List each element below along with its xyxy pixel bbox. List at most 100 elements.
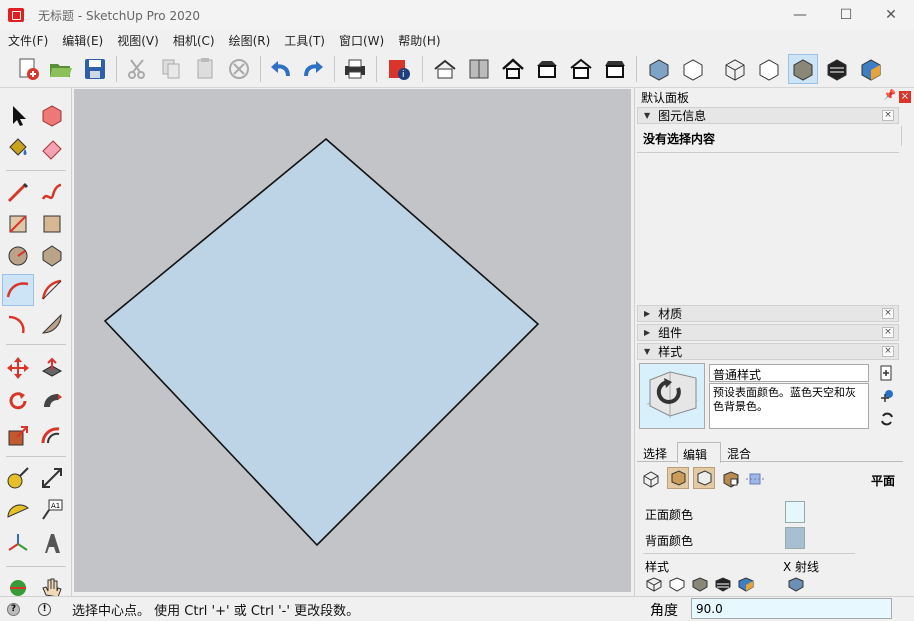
follow-me-tool-icon[interactable] [36,386,68,418]
tape-measure-icon[interactable] [2,462,34,494]
paint-bucket-icon[interactable] [2,132,34,164]
shaded-textures-style-icon[interactable] [822,54,852,84]
wireframe-face-icon[interactable] [645,576,663,592]
top-view-icon[interactable] [532,54,562,84]
tab-select[interactable]: 选择 [643,445,667,462]
menu-file[interactable]: 文件(F) [4,32,52,49]
close-window-button[interactable]: ✕ [868,0,914,30]
face-settings-icon[interactable] [667,467,689,489]
measurement-input[interactable] [691,598,892,619]
new-model-icon[interactable] [14,54,44,84]
edge-settings-icon[interactable] [641,469,661,489]
pie-tool-icon[interactable] [36,308,68,340]
model-info-icon[interactable]: i [384,54,414,84]
two-point-arc-icon[interactable] [36,274,68,306]
push-pull-tool-icon[interactable] [36,352,68,384]
geo-location-icon[interactable]: ? [7,602,20,616]
xray-face-icon[interactable] [787,576,805,592]
paste-icon[interactable] [190,54,220,84]
text-tool-icon[interactable]: A1 [36,494,68,526]
3d-warehouse-icon[interactable] [430,54,460,84]
modeling-settings-icon[interactable] [745,469,767,489]
circle-tool-icon[interactable] [2,240,34,272]
offset-tool-icon[interactable] [36,420,68,452]
rotate-tool-icon[interactable] [2,386,34,418]
instructor-info-icon[interactable]: ! [38,602,51,616]
drawing-viewport[interactable] [74,89,631,592]
menu-tools[interactable]: 工具(T) [280,32,329,49]
rectangle-tool-icon[interactable] [2,208,34,240]
panel-close-icon[interactable]: × [882,110,894,121]
arc-tool-icon[interactable] [2,274,34,306]
style-description[interactable]: 预设表面颜色。蓝色天空和灰色背景色。 [709,383,869,429]
right-view-icon[interactable] [600,54,630,84]
panel-close-icon[interactable]: × [882,346,894,357]
extension-warehouse-icon[interactable] [464,54,494,84]
select-tool-icon[interactable] [2,100,34,132]
line-tool-icon[interactable] [2,176,34,208]
style-name-field[interactable]: 普通样式 [709,364,869,382]
back-edges-style-icon[interactable] [678,54,708,84]
wireframe-style-icon[interactable] [720,54,750,84]
front-view-icon[interactable] [566,54,596,84]
tab-mix[interactable]: 混合 [727,445,751,462]
styles-panel-header[interactable]: ▼ 样式 × [637,343,899,360]
menu-draw[interactable]: 绘图(R) [225,32,275,49]
menu-edit[interactable]: 编辑(E) [58,32,107,49]
watermark-settings-icon[interactable] [721,469,741,489]
back-color-swatch[interactable] [785,527,805,549]
shaded-texture-face-icon[interactable] [714,576,732,592]
background-settings-icon[interactable] [693,467,715,489]
menu-help[interactable]: 帮助(H) [394,32,444,49]
maximize-button[interactable]: ☐ [823,0,869,30]
menu-camera[interactable]: 相机(C) [169,32,219,49]
panel-close-icon[interactable]: × [882,308,894,319]
create-style-icon[interactable] [879,364,895,382]
shaded-face-icon[interactable] [691,576,709,592]
menu-window[interactable]: 窗口(W) [335,32,388,49]
open-folder-icon[interactable] [46,54,76,84]
entity-info-panel-header[interactable]: ▼ 图元信息 × [637,107,899,124]
protractor-icon[interactable] [2,494,34,526]
refresh-style-icon[interactable] [879,410,895,428]
style-thumbnail[interactable] [639,363,705,429]
make-component-icon[interactable] [36,100,68,132]
copy-icon[interactable] [156,54,186,84]
window-title: 无标题 - SketchUp Pro 2020 [38,8,200,23]
canvas-drawing[interactable] [74,89,631,592]
polygon-tool-icon[interactable] [36,240,68,272]
menu-view[interactable]: 视图(V) [113,32,163,49]
components-panel-header[interactable]: ▶ 组件 × [637,324,899,341]
save-icon[interactable] [80,54,110,84]
tab-edit[interactable]: 编辑 [677,442,721,463]
hidden-line-face-icon[interactable] [668,576,686,592]
erase-icon[interactable] [224,54,254,84]
move-tool-icon[interactable] [2,352,34,384]
panel-close-icon[interactable]: × [882,327,894,338]
cut-icon[interactable] [122,54,152,84]
hidden-line-style-icon[interactable] [754,54,784,84]
redo-icon[interactable] [298,54,328,84]
eraser-icon[interactable] [36,132,68,164]
shaded-style-icon[interactable] [788,54,818,84]
axes-tool-icon[interactable] [2,528,34,560]
3d-text-tool-icon[interactable] [36,528,68,560]
three-point-arc-icon[interactable] [2,308,34,340]
tray-close-button[interactable]: × [899,91,911,103]
scale-tool-icon[interactable] [2,420,34,452]
monochrome-style-icon[interactable] [856,54,886,84]
rotated-rectangle-tool-icon[interactable] [36,208,68,240]
front-color-swatch[interactable] [785,501,805,523]
tray-scrollbar[interactable] [901,126,909,146]
iso-view-icon[interactable] [498,54,528,84]
print-icon[interactable] [340,54,370,84]
freehand-tool-icon[interactable] [36,176,68,208]
xray-style-icon[interactable] [644,54,674,84]
tray-pin-icon[interactable]: 📌 [883,90,897,104]
update-style-icon[interactable] [879,386,895,404]
materials-panel-header[interactable]: ▶ 材质 × [637,305,899,322]
dimension-tool-icon[interactable] [36,462,68,494]
minimize-button[interactable]: — [777,0,823,30]
monochrome-face-icon[interactable] [737,576,755,592]
undo-icon[interactable] [266,54,296,84]
